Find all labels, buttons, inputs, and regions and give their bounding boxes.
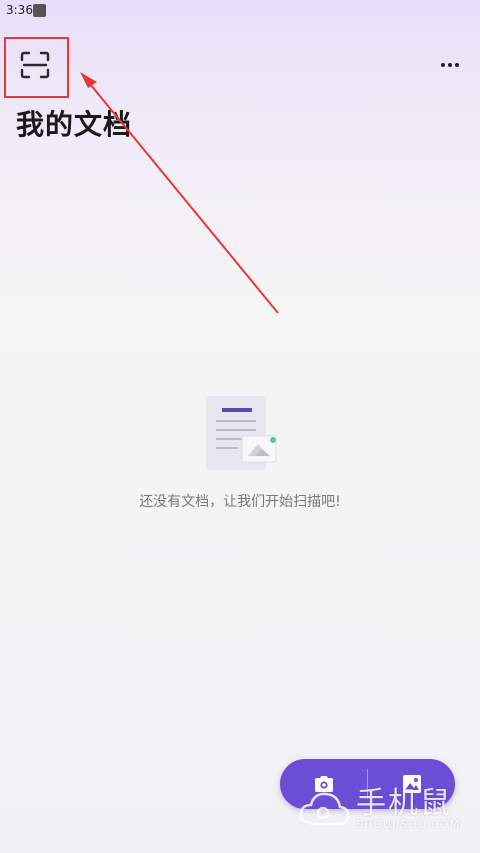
scan-frame-icon	[20, 51, 50, 79]
watermark-logo-icon	[299, 792, 350, 826]
empty-state-message: 还没有文档，让我们开始扫描吧!	[139, 494, 341, 510]
status-time: 3:36	[6, 3, 33, 17]
watermark-text: 手机鼠	[356, 786, 452, 821]
more-horizontal-icon	[441, 63, 459, 67]
empty-document-illustration	[202, 392, 282, 472]
more-options-button[interactable]	[430, 52, 470, 78]
scan-button[interactable]	[10, 42, 60, 88]
watermark: 手机鼠 SHOUJISHU.COM	[298, 778, 468, 838]
document-image-icon	[206, 396, 277, 470]
status-bar: 3:36	[0, 0, 480, 22]
notification-icon	[33, 4, 46, 17]
watermark-url: SHOUJISHU.COM	[356, 818, 461, 831]
page-title: 我的文档	[16, 108, 133, 141]
